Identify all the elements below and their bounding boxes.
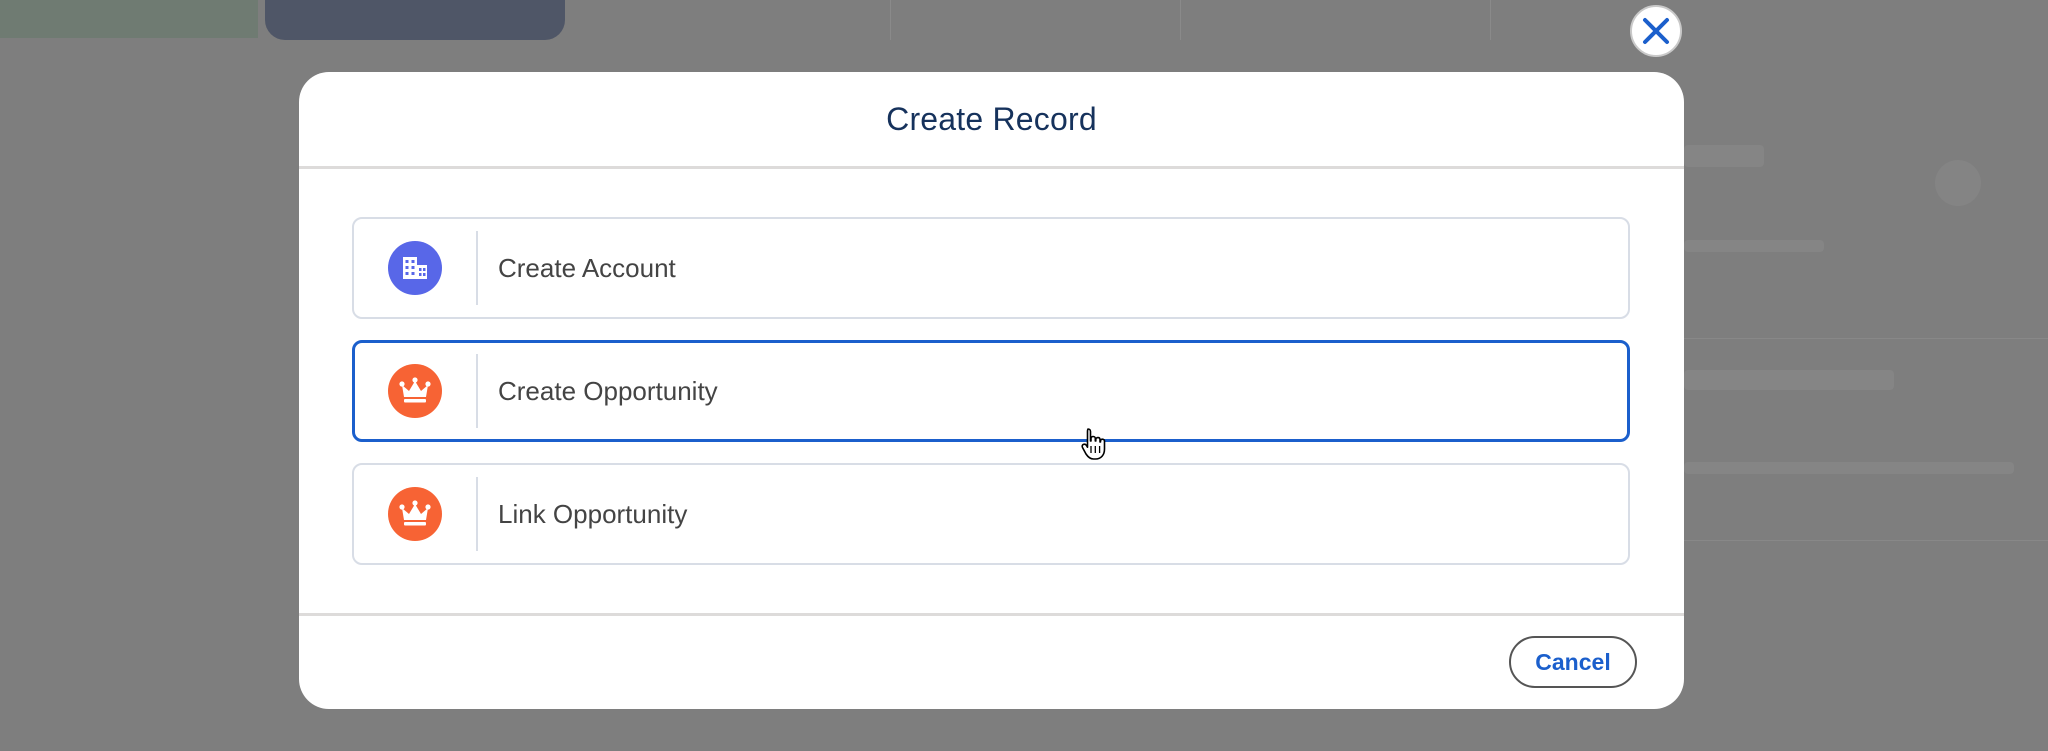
background-text [1684, 240, 1824, 252]
background-tab [580, 0, 891, 40]
option-icon-container [354, 343, 476, 439]
background-avatar [1935, 160, 1981, 206]
option-label: Create Account [498, 252, 676, 283]
background-active-pill [265, 0, 565, 40]
opportunity-crown-icon [388, 487, 442, 541]
cancel-button[interactable]: Cancel [1509, 636, 1637, 688]
close-modal-button[interactable] [1630, 5, 1682, 57]
background-tab-bar [0, 0, 2048, 40]
option-icon-container [354, 219, 476, 317]
option-label: Link Opportunity [498, 498, 688, 529]
option-icon-container [354, 465, 476, 563]
background-text [1684, 370, 1894, 390]
opportunity-crown-icon [388, 364, 442, 418]
close-icon [1643, 18, 1669, 44]
background-tab [1180, 0, 1491, 40]
modal-title: Create Record [886, 100, 1097, 137]
create-account-option[interactable]: Create Account [352, 217, 1630, 319]
account-building-icon [388, 241, 442, 295]
option-divider [476, 231, 478, 305]
option-divider [476, 477, 478, 551]
modal-footer: Cancel [299, 613, 1684, 709]
create-opportunity-option[interactable]: Create Opportunity [352, 340, 1630, 442]
option-label: Create Opportunity [498, 375, 718, 406]
create-record-modal: Create Record Create Account Create Oppo… [299, 72, 1684, 709]
modal-header: Create Record [299, 72, 1684, 169]
modal-body: Create Account Create Opportunity Link O… [299, 169, 1684, 609]
background-pill [0, 0, 258, 38]
background-tab [890, 0, 1181, 40]
hand-pointer-cursor-icon [1081, 428, 1106, 460]
background-text [1684, 145, 1764, 167]
option-divider [476, 354, 478, 428]
background-divider [1684, 540, 2048, 541]
background-text [1684, 462, 2014, 474]
link-opportunity-option[interactable]: Link Opportunity [352, 463, 1630, 565]
background-divider [1684, 338, 2048, 339]
